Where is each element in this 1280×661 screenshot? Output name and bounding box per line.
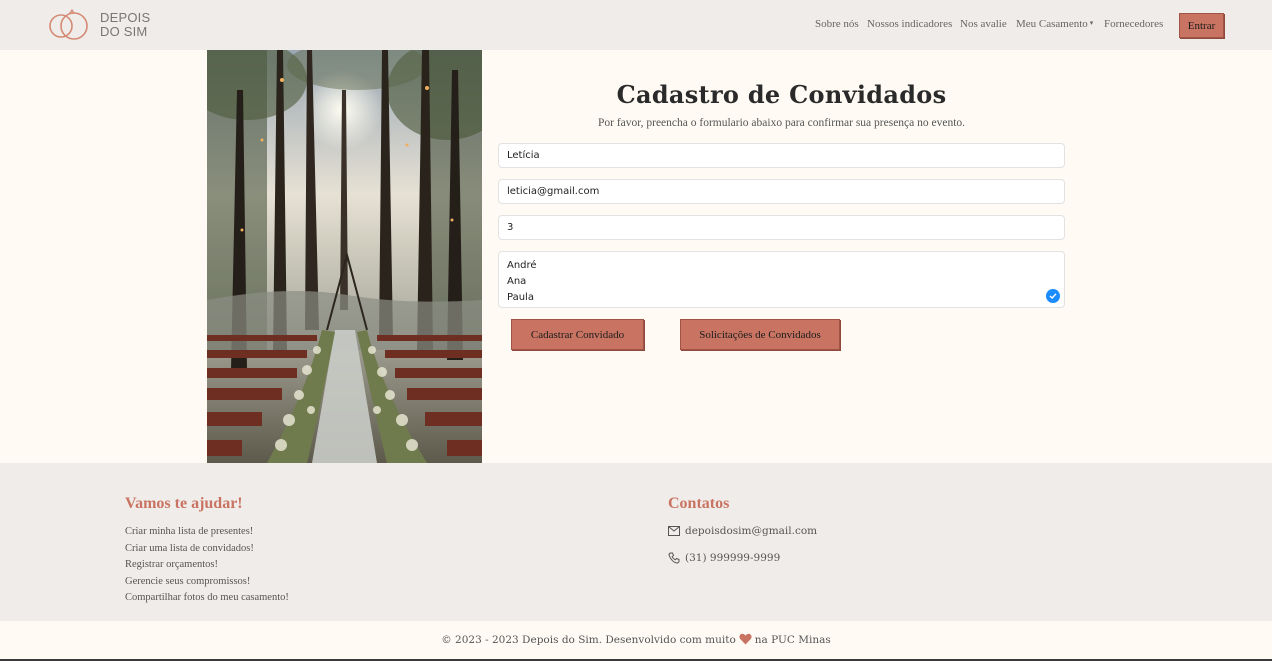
- two-rings-logo-icon: [49, 8, 88, 40]
- footer-link-photos[interactable]: Compartilhar fotos do meu casamento!: [125, 592, 289, 603]
- nav-meu-casamento-label: Meu Casamento: [1016, 18, 1088, 30]
- footer-link-commitments[interactable]: Gerencie seus compromissos!: [125, 576, 250, 587]
- brand-logo[interactable]: DEPOIS DO SIM: [47, 8, 150, 42]
- brand-line-1: DEPOIS: [100, 10, 151, 25]
- guest-count-field[interactable]: 3: [498, 215, 1065, 240]
- companion-line: André: [507, 260, 537, 271]
- contact-phone[interactable]: (31) 999999-9999: [668, 552, 780, 564]
- copyright-text-left: © 2023 - 2023 Depois do Sim. Desenvolvid…: [441, 634, 736, 646]
- checkmark-icon: [1046, 289, 1060, 303]
- name-field-value: Letícia: [507, 150, 540, 161]
- footer: Vamos te ajudar! Criar minha lista de pr…: [0, 463, 1272, 621]
- email-field[interactable]: leticia@gmail.com: [498, 179, 1065, 204]
- nav-fornecedores[interactable]: Fornecedores: [1104, 18, 1163, 30]
- companion-line: Ana: [507, 276, 527, 287]
- contacts-heading: Contatos: [668, 495, 730, 512]
- companions-textarea[interactable]: André Ana Paula: [498, 251, 1065, 308]
- help-heading: Vamos te ajudar!: [125, 495, 243, 512]
- footer-link-guest-list[interactable]: Criar uma lista de convidados!: [125, 543, 254, 554]
- name-field[interactable]: Letícia: [498, 143, 1065, 168]
- nav-sobre-nos[interactable]: Sobre nós: [815, 18, 859, 30]
- contact-phone-text: (31) 999999-9999: [685, 552, 781, 564]
- copyright-text-right: na PUC Minas: [754, 634, 831, 646]
- register-guest-button[interactable]: Cadastrar Convidado: [511, 319, 644, 350]
- brand-name: DEPOIS DO SIM: [100, 11, 150, 39]
- form-subtitle: Por favor, preencha o formulario abaixo …: [597, 117, 966, 129]
- copyright: © 2023 - 2023 Depois do Sim. Desenvolvid…: [0, 621, 1272, 659]
- envelope-icon: [668, 526, 680, 536]
- companion-line: Paula: [507, 292, 534, 303]
- scrollbar-gutter: [1272, 0, 1280, 661]
- footer-link-gift-list[interactable]: Criar minha lista de presentes!: [125, 526, 253, 537]
- guest-count-value: 3: [507, 222, 514, 233]
- chevron-down-icon: ▾: [1089, 19, 1094, 27]
- wedding-venue-photo: [207, 50, 482, 463]
- footer-link-budgets[interactable]: Registrar orçamentos!: [125, 559, 218, 570]
- contact-email[interactable]: depoisdosim@gmail.com: [668, 525, 817, 537]
- brand-line-2: DO SIM: [100, 24, 148, 39]
- nav-nos-avalie[interactable]: Nos avalie: [960, 18, 1007, 30]
- page-title: Cadastro de Convidados: [616, 80, 947, 109]
- nav-meu-casamento-dropdown[interactable]: Meu Casamento ▾: [1016, 18, 1093, 30]
- guest-requests-button[interactable]: Solicitações de Convidados: [680, 319, 840, 350]
- email-field-value: leticia@gmail.com: [507, 186, 600, 197]
- contact-email-text: depoisdosim@gmail.com: [685, 525, 818, 537]
- phone-icon: [668, 552, 680, 564]
- heart-icon: [739, 633, 752, 648]
- login-button[interactable]: Entrar: [1179, 13, 1224, 38]
- nav-nossos-indicadores[interactable]: Nossos indicadores: [867, 18, 952, 30]
- navbar: DEPOIS DO SIM Sobre nós Nossos indicador…: [0, 0, 1272, 50]
